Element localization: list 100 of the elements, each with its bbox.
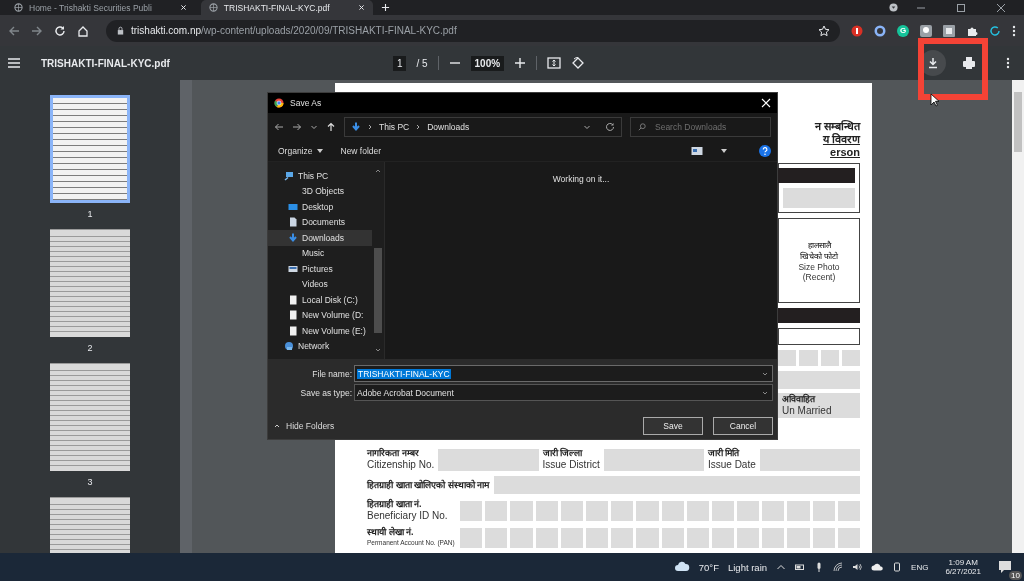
option-label: अविवाहित (782, 394, 817, 405)
desktop-icon (288, 201, 298, 212)
chevron-down-icon[interactable] (310, 123, 318, 131)
scroll-down-icon[interactable] (375, 347, 381, 353)
folder-tree-item[interactable]: This PC (268, 168, 372, 184)
save-button[interactable]: Save (643, 417, 703, 435)
chevron-down-icon[interactable] (762, 389, 768, 396)
profile-dropdown-icon[interactable] (889, 3, 898, 12)
new-folder-button[interactable]: New folder (340, 146, 382, 156)
reload-icon[interactable] (54, 24, 66, 37)
printer-icon[interactable] (962, 56, 976, 70)
battery-icon[interactable] (795, 562, 806, 572)
device-icon[interactable] (892, 562, 903, 572)
extension-icon[interactable] (943, 24, 955, 37)
folder-tree-item[interactable]: Network (268, 338, 372, 354)
extension-icon[interactable] (874, 24, 887, 37)
photo-label: (Recent) (802, 271, 836, 282)
browser-tab[interactable]: TRISHAKTI-FINAL-KYC.pdf (200, 0, 373, 15)
digit-box (737, 500, 760, 521)
folder-tree-item[interactable]: New Volume (E:) (268, 323, 372, 339)
maximize-icon[interactable] (956, 2, 966, 13)
speaker-icon[interactable] (852, 562, 863, 572)
digit-box (787, 527, 810, 548)
page-thumbnail[interactable] (50, 229, 130, 337)
close-icon[interactable] (996, 2, 1006, 13)
more-icon[interactable] (1006, 57, 1010, 69)
folder-tree-item[interactable]: Documents (268, 214, 372, 230)
cancel-button[interactable]: Cancel (713, 417, 773, 435)
extension-icon[interactable] (920, 24, 932, 37)
star-icon[interactable] (818, 24, 831, 37)
page-number-field[interactable]: 1 (392, 55, 407, 71)
extension-icon[interactable] (851, 24, 864, 37)
folder-tree-item[interactable]: Pictures (268, 261, 372, 277)
digit-box (837, 527, 860, 548)
url-text: trishakti.com.np/wp-content/uploads/2020/09/TRISHAKTI-FINAL-KYC.pdf (131, 25, 457, 36)
fit-page-icon[interactable] (547, 56, 562, 70)
form-field (783, 188, 855, 208)
folder-tree-item[interactable]: Videos (268, 276, 372, 292)
browser-tab[interactable]: Home - Trishakti Securities Publi (6, 0, 195, 15)
organize-button[interactable]: Organize (278, 146, 323, 156)
scrollbar[interactable] (180, 80, 192, 553)
page-thumbnail[interactable] (50, 363, 130, 471)
new-tab-icon[interactable] (380, 3, 390, 12)
back-icon[interactable] (274, 122, 284, 132)
menu-icon[interactable] (7, 56, 21, 70)
notification-icon[interactable] (998, 560, 1012, 574)
temperature[interactable]: 70°F (698, 561, 719, 573)
chevron-down-icon[interactable] (762, 370, 768, 377)
clock-time[interactable]: 1:09 AM (948, 558, 978, 567)
forward-icon[interactable] (31, 24, 43, 37)
scrollbar[interactable] (372, 162, 384, 359)
scrollbar[interactable] (1012, 80, 1024, 553)
digit-box (585, 527, 609, 548)
clock-date[interactable]: 6/27/2021 (945, 567, 981, 576)
digit-box (611, 527, 634, 548)
address-field[interactable]: This PC Downloads (344, 117, 622, 137)
cloud-icon[interactable] (871, 561, 884, 573)
file-type-dropdown[interactable]: Adobe Acrobat Document (354, 384, 773, 401)
view-options-icon[interactable] (691, 145, 703, 157)
digit-box (820, 350, 839, 366)
caret-icon[interactable] (721, 149, 727, 153)
chevron-up-icon[interactable] (776, 562, 787, 572)
folder-tree-item[interactable]: Music (268, 245, 372, 261)
computer-icon (284, 170, 294, 181)
folder-tree-item[interactable]: Desktop (268, 199, 372, 215)
up-arrow-icon[interactable] (326, 122, 336, 132)
back-icon[interactable] (8, 24, 20, 37)
cloud-rain-icon[interactable] (673, 561, 690, 573)
search-field[interactable]: Search Downloads (630, 117, 771, 137)
folder-tree-item[interactable]: Local Disk (C:) (268, 292, 372, 308)
help-icon[interactable] (759, 145, 771, 157)
digit-box (837, 500, 860, 521)
globe-icon (14, 3, 23, 12)
zoom-in-icon[interactable] (514, 57, 527, 69)
rotate-icon[interactable] (571, 56, 586, 70)
wifi-icon[interactable] (833, 562, 844, 572)
digit-box (535, 527, 558, 548)
scroll-up-icon[interactable] (375, 168, 381, 174)
language-indicator[interactable]: ENG (911, 562, 929, 572)
caret-icon (316, 149, 323, 153)
home-icon[interactable] (77, 24, 89, 37)
breadcrumb-item[interactable]: Downloads (427, 122, 470, 132)
refresh-icon[interactable] (605, 122, 615, 132)
address-bar[interactable]: trishakti.com.np/wp-content/uploads/2020/09/TRISHAKTI-FINAL-KYC.pdf (106, 19, 841, 42)
download-icon (927, 57, 939, 69)
zoom-field[interactable]: 100% (470, 55, 505, 71)
file-name-field[interactable]: TRISHAKTI-FINAL-KYC (354, 365, 773, 382)
drive-icon (288, 310, 298, 321)
more-icon[interactable] (1012, 24, 1016, 37)
breadcrumb-item[interactable]: This PC (379, 122, 410, 132)
sync-icon[interactable] (989, 24, 1001, 37)
folder-tree-item[interactable]: 3D Objects (268, 183, 372, 199)
chevron-down-icon[interactable] (583, 123, 591, 131)
folder-tree-item[interactable]: New Volume (D: (268, 307, 372, 323)
page-thumbnail[interactable] (50, 95, 130, 203)
forward-icon[interactable] (292, 122, 302, 132)
folder-tree-item[interactable]: Downloads (268, 230, 372, 246)
digit-box (661, 500, 684, 521)
hide-folders-button[interactable]: Hide Folders (274, 421, 335, 431)
weather-condition[interactable]: Light rain (727, 561, 768, 573)
